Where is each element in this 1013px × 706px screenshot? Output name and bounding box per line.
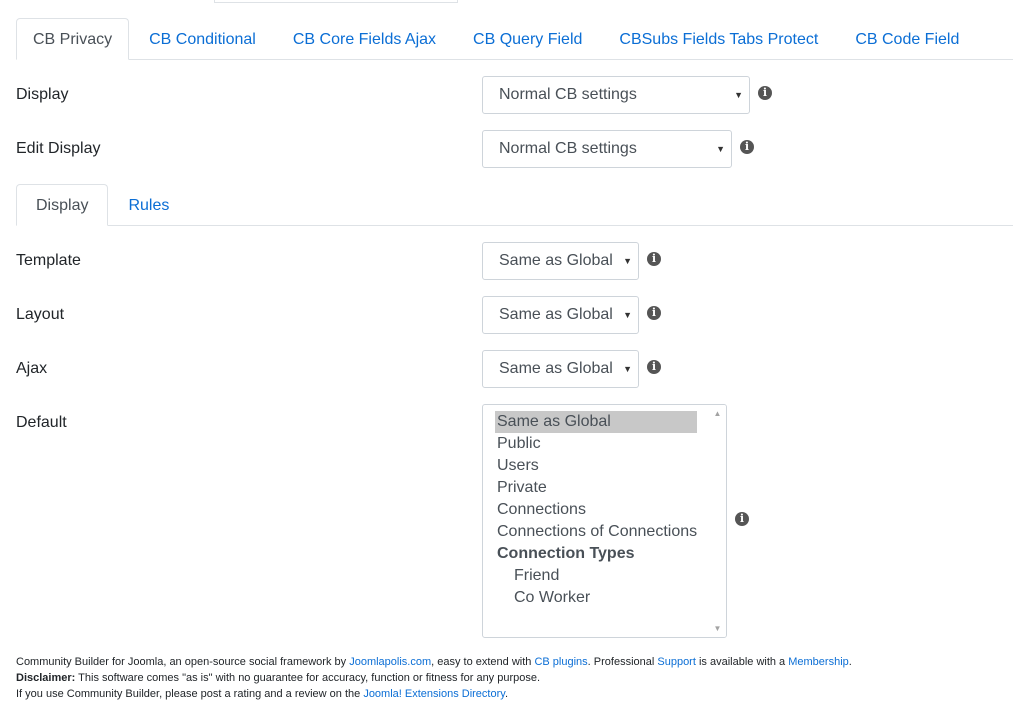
list-group-connection-types: Connection Types (497, 545, 635, 562)
display-label: Display (16, 86, 69, 103)
list-option-public[interactable]: Public (497, 433, 541, 455)
template-select-value: Same as Global (499, 252, 613, 269)
display-select[interactable]: Normal CB settings ▼ (482, 76, 750, 114)
membership-link[interactable]: Membership (788, 656, 849, 668)
footer-text: . (848, 656, 852, 668)
footer-text: Community Builder for Joomla, an open-so… (16, 656, 350, 668)
display-rules-tabs: Display Rules (16, 184, 1013, 226)
list-option-same-as-global[interactable]: Same as Global (495, 411, 697, 433)
caret-down-icon: ▼ (623, 310, 632, 320)
footer: Community Builder for Joomla, an open-so… (16, 654, 852, 702)
tab-cbsubs-fields-tabs-protect[interactable]: CBSubs Fields Tabs Protect (602, 18, 835, 60)
info-circle-icon[interactable]: i (647, 252, 661, 266)
disclaimer-label: Disclaimer: (16, 672, 76, 684)
info-circle-icon[interactable]: i (740, 140, 754, 154)
scroll-down-icon[interactable]: ▼ (709, 620, 726, 637)
layout-label: Layout (16, 306, 65, 323)
layout-select[interactable]: Same as Global ▼ (482, 296, 639, 334)
jed-link[interactable]: Joomla! Extensions Directory (363, 688, 505, 700)
scroll-up-icon[interactable]: ▲ (709, 405, 726, 422)
list-option-connections[interactable]: Connections (497, 499, 586, 521)
ajax-select[interactable]: Same as Global ▼ (482, 350, 639, 388)
list-option-users[interactable]: Users (497, 455, 539, 477)
listbox-scrollbar[interactable]: ▲ ▼ (709, 405, 726, 637)
top-border (0, 0, 1013, 4)
footer-text: . (504, 688, 508, 700)
display-select-value: Normal CB settings (499, 86, 637, 103)
edit-display-select-value: Normal CB settings (499, 140, 637, 157)
template-label: Template (16, 252, 81, 269)
template-select[interactable]: Same as Global ▼ (482, 242, 639, 280)
tab-display[interactable]: Display (16, 184, 109, 226)
info-circle-icon[interactable]: i (647, 360, 661, 374)
disclaimer-text: This software comes "as is" with no guar… (75, 672, 541, 684)
upper-tab-fragment (214, 0, 458, 3)
list-option-connections-of-connections[interactable]: Connections of Connections (497, 521, 697, 543)
tab-cb-core-fields-ajax[interactable]: CB Core Fields Ajax (276, 18, 453, 60)
cb-plugins-link[interactable]: CB plugins (534, 656, 587, 668)
caret-down-icon: ▼ (734, 90, 743, 100)
footer-line-2: Disclaimer: This software comes "as is" … (16, 670, 852, 686)
layout-select-value: Same as Global (499, 306, 613, 323)
list-option-co-worker[interactable]: Co Worker (514, 587, 590, 609)
tab-cb-privacy[interactable]: CB Privacy (16, 18, 130, 60)
plugin-tabs: CB Privacy CB Conditional CB Core Fields… (16, 18, 1013, 60)
default-listbox[interactable]: Same as Global Public Users Private Conn… (482, 404, 727, 638)
tab-rules[interactable]: Rules (108, 184, 189, 226)
ajax-label: Ajax (16, 360, 48, 377)
footer-line-1: Community Builder for Joomla, an open-so… (16, 654, 852, 670)
edit-display-label: Edit Display (16, 140, 101, 157)
caret-down-icon: ▼ (623, 256, 632, 266)
support-link[interactable]: Support (657, 656, 696, 668)
edit-display-select[interactable]: Normal CB settings ▼ (482, 130, 732, 168)
list-option-private[interactable]: Private (497, 477, 547, 499)
caret-down-icon: ▼ (623, 364, 632, 374)
tab-cb-query-field[interactable]: CB Query Field (456, 18, 599, 60)
joomlapolis-link[interactable]: Joomlapolis.com (349, 656, 431, 668)
info-circle-icon[interactable]: i (735, 512, 749, 526)
info-circle-icon[interactable]: i (647, 306, 661, 320)
footer-text: is available with a (695, 656, 789, 668)
footer-text: , easy to extend with (431, 656, 535, 668)
caret-down-icon: ▼ (716, 144, 725, 154)
footer-line-3: If you use Community Builder, please pos… (16, 686, 852, 702)
list-option-friend[interactable]: Friend (514, 565, 559, 587)
ajax-select-value: Same as Global (499, 360, 613, 377)
tab-cb-conditional[interactable]: CB Conditional (132, 18, 273, 60)
footer-text: . Professional (587, 656, 658, 668)
footer-text: If you use Community Builder, please pos… (16, 688, 364, 700)
info-circle-icon[interactable]: i (758, 86, 772, 100)
tab-cb-code-field[interactable]: CB Code Field (838, 18, 976, 60)
default-label: Default (16, 414, 67, 431)
